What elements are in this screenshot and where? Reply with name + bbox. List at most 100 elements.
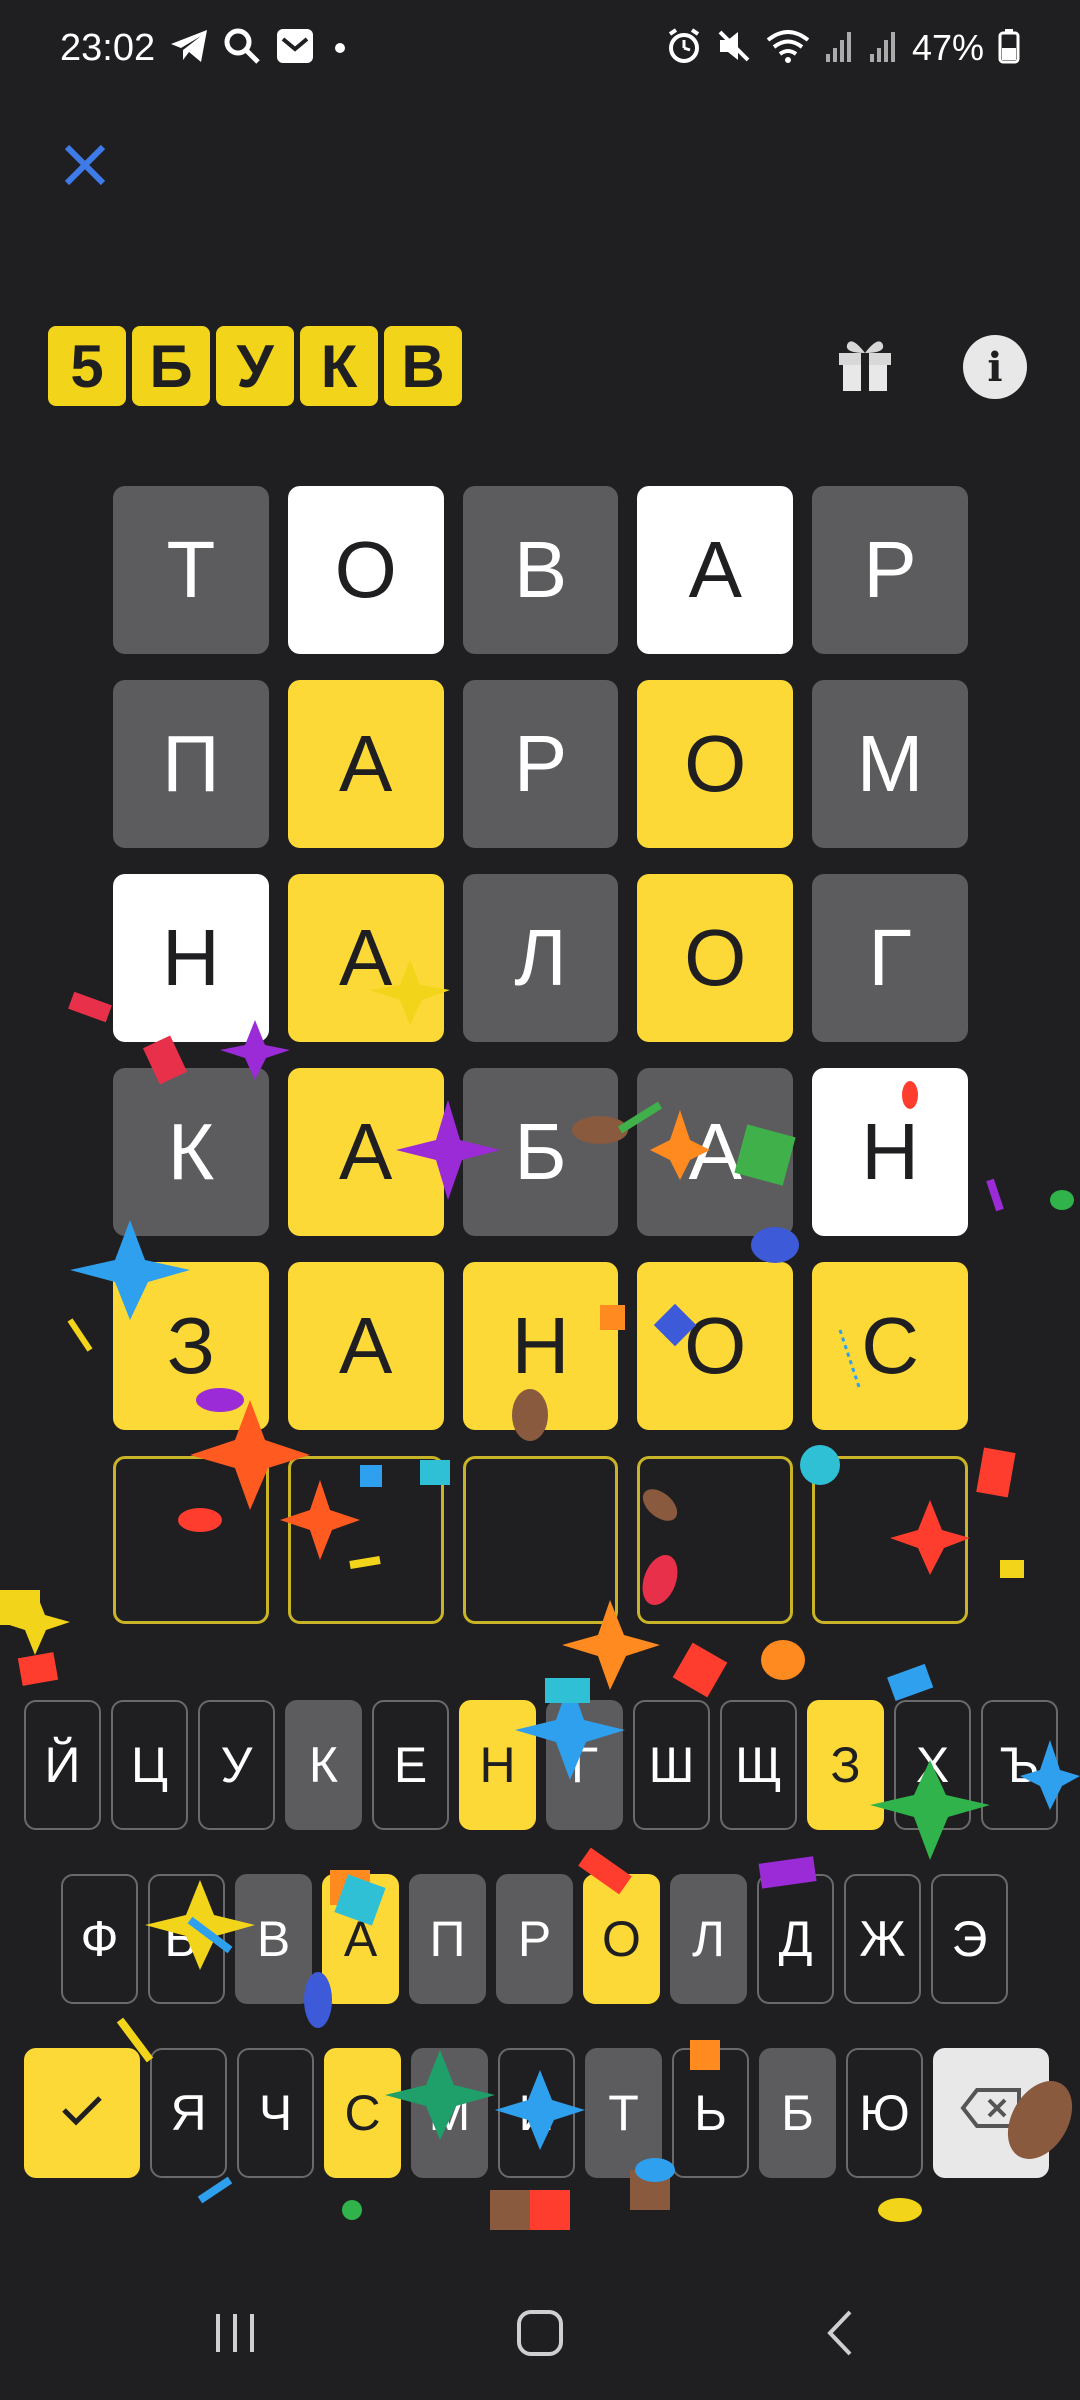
key-button[interactable]: Т (585, 2048, 662, 2178)
board-row: ПАРОМ (113, 680, 968, 848)
key-button[interactable]: А (322, 1874, 399, 2004)
backspace-key[interactable] (933, 2048, 1049, 2178)
board-tile: О (637, 680, 794, 848)
board-tile: Л (462, 874, 619, 1042)
wifi-icon (766, 28, 810, 69)
recent-apps-button[interactable] (195, 2300, 275, 2370)
board-tile: Р (462, 680, 619, 848)
board-tile: О (637, 874, 794, 1042)
key-button[interactable]: Р (496, 1874, 573, 2004)
game-screen: 23:02 47% 5 Б У К В i Т О В А Р П А Р О … (0, 0, 1080, 2400)
logo-letter: Б (132, 326, 210, 406)
recent-apps-icon (210, 2310, 260, 2361)
board-row (113, 1456, 968, 1624)
logo-letter: К (300, 326, 378, 406)
back-button[interactable] (800, 2300, 880, 2370)
key-button[interactable]: Л (670, 1874, 747, 2004)
mute-icon (716, 28, 752, 69)
key-button[interactable]: Щ (720, 1700, 797, 1830)
keyboard-row-2: ФЫВАПРОЛДЖЭ (61, 1874, 1008, 2004)
confetti-piece (878, 2198, 922, 2222)
key-button[interactable]: Ч (237, 2048, 314, 2178)
info-button[interactable]: i (963, 335, 1027, 399)
status-left: 23:02 (60, 26, 346, 70)
key-button[interactable]: Н (459, 1700, 536, 1830)
confetti-piece (342, 2200, 362, 2220)
back-icon (820, 2308, 860, 2363)
key-button[interactable]: Я (150, 2048, 227, 2178)
key-button[interactable]: Ш (633, 1700, 710, 1830)
keyboard-row-3: ЯЧСМИТЬБЮ (24, 2048, 1049, 2178)
notification-dot-icon (335, 43, 346, 53)
board-tile: Н (812, 1068, 968, 1236)
status-right: 47% (666, 27, 1020, 69)
key-button[interactable]: И (498, 2048, 575, 2178)
key-button[interactable]: Ю (846, 2048, 923, 2178)
confetti-piece (672, 1642, 728, 1698)
logo-letter: 5 (48, 326, 126, 406)
key-button[interactable]: Д (757, 1874, 834, 2004)
game-board: ТОВАРПАРОМНАЛОГКАБАНЗАНОС (113, 486, 968, 1650)
board-tile: Г (812, 874, 968, 1042)
logo-letter: У (216, 326, 294, 406)
key-button[interactable]: Б (759, 2048, 836, 2178)
key-button[interactable]: К (285, 1700, 362, 1830)
close-button[interactable] (50, 132, 120, 202)
home-button[interactable] (500, 2300, 580, 2370)
board-tile: Н (462, 1262, 619, 1430)
board-tile (637, 1456, 794, 1624)
gift-icon (833, 331, 897, 400)
board-tile (462, 1456, 619, 1624)
key-button[interactable]: В (235, 1874, 312, 2004)
checkmark-icon (58, 2084, 106, 2142)
key-button[interactable]: Й (24, 1700, 101, 1830)
key-button[interactable]: З (807, 1700, 884, 1830)
close-icon (59, 139, 111, 196)
board-tile (113, 1456, 269, 1624)
key-button[interactable]: Ж (844, 1874, 921, 2004)
confetti-piece (976, 1447, 1016, 1498)
key-button[interactable]: Э (931, 1874, 1008, 2004)
board-row: ЗАНОС (113, 1262, 968, 1430)
signal-icon (868, 28, 898, 69)
key-button[interactable]: Е (372, 1700, 449, 1830)
key-button[interactable]: Ы (148, 1874, 225, 2004)
board-tile: А (287, 874, 444, 1042)
confetti-piece (0, 1590, 40, 1625)
alarm-icon (666, 27, 702, 69)
board-tile (812, 1456, 968, 1624)
key-button[interactable]: Ц (111, 1700, 188, 1830)
board-tile: М (812, 680, 968, 848)
logo-letter: В (384, 326, 462, 406)
battery-percent: 47% (911, 27, 984, 68)
telegram-icon (169, 28, 209, 69)
signal-icon (824, 28, 854, 69)
board-tile: А (287, 1068, 444, 1236)
confetti-streak (197, 2176, 233, 2204)
key-button[interactable]: О (583, 1874, 660, 2004)
board-tile: В (462, 486, 619, 654)
status-time: 23:02 (60, 26, 156, 69)
key-button[interactable]: Ь (672, 2048, 749, 2178)
key-button[interactable]: П (409, 1874, 486, 2004)
key-button[interactable]: М (411, 2048, 488, 2178)
confetti-piece (887, 1663, 934, 1702)
key-button[interactable]: Ъ (981, 1700, 1058, 1830)
submit-key[interactable] (24, 2048, 140, 2178)
key-button[interactable]: С (324, 2048, 401, 2178)
confetti-piece (490, 2190, 530, 2230)
key-button[interactable]: Г (546, 1700, 623, 1830)
key-button[interactable]: Ф (61, 1874, 138, 2004)
board-tile: О (287, 486, 444, 654)
board-tile: А (637, 486, 794, 654)
board-tile: О (637, 1262, 794, 1430)
key-button[interactable]: У (198, 1700, 275, 1830)
gift-button[interactable] (830, 330, 900, 400)
confetti-star (0, 1590, 70, 1655)
board-tile: Н (113, 874, 269, 1042)
board-tile: З (113, 1262, 269, 1430)
confetti-streak (67, 1318, 93, 1352)
board-row: ТОВАР (113, 486, 968, 654)
confetti-piece (1050, 1190, 1074, 1210)
key-button[interactable]: Х (894, 1700, 971, 1830)
